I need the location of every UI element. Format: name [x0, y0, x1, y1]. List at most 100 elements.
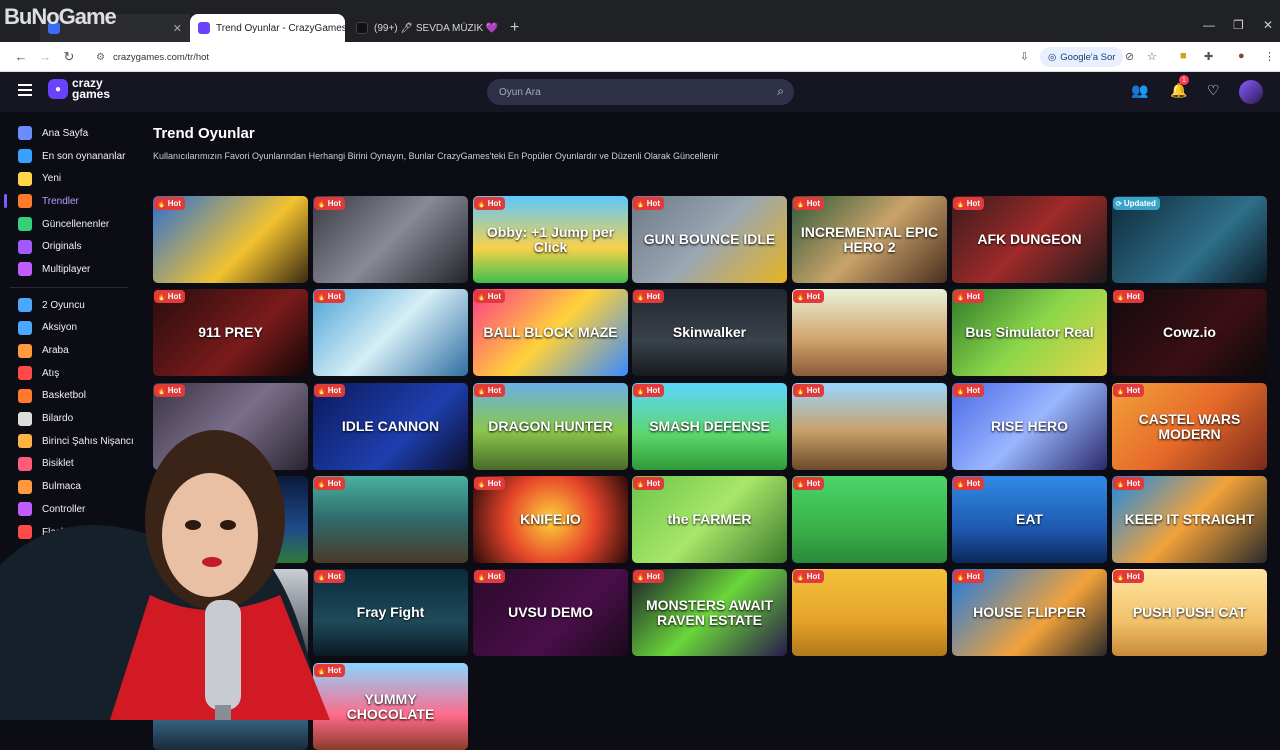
sidebar-item[interactable]: Bulmaca: [0, 475, 138, 498]
eye-off-icon[interactable]: ⊘: [1125, 50, 1134, 63]
browser-tab[interactable]: (99+) 🖊 SEVDA MÜZIK 💜 🎵 ✕: [348, 14, 503, 42]
sidebar-item[interactable]: Bilardo: [0, 407, 138, 430]
game-card[interactable]: ⟳ Updated: [1112, 196, 1267, 283]
game-card[interactable]: 🔥 Hot: [792, 569, 947, 656]
sidebar-item[interactable]: Yeni: [0, 167, 138, 190]
billiard-icon: [18, 411, 32, 426]
gun-icon: [18, 434, 32, 449]
game-card[interactable]: UVSU DEMO 🔥 Hot: [473, 569, 628, 656]
game-card-title: Cowz.io: [1163, 324, 1216, 340]
game-card[interactable]: 🔥 Hot: [792, 476, 947, 563]
browser-tab-active[interactable]: Trend Oyunlar - CrazyGames ✕: [190, 14, 345, 42]
game-card[interactable]: 🔥 Hot: [153, 476, 308, 563]
sidebar-item[interactable]: Atış: [0, 362, 138, 385]
restore-icon[interactable]: ❐: [1233, 18, 1244, 32]
game-card-title: KEEP IT STRAIGHT: [1124, 511, 1255, 527]
sidebar-item[interactable]: Originals: [0, 235, 138, 258]
game-card[interactable]: HOUSE FLIPPER 🔥 Hot: [952, 569, 1107, 656]
sidebar-item[interactable]: Birinci Şahıs Nişancı: [0, 430, 138, 453]
game-card[interactable]: Obby: +1 Jump per Click 🔥 Hot: [473, 196, 628, 283]
site-info-icon[interactable]: ⚙: [96, 52, 105, 63]
back-arrow-icon[interactable]: ←: [12, 49, 30, 64]
sidebar-item[interactable]: Ana Sayfa: [0, 122, 138, 145]
sidebar-item[interactable]: Araba: [0, 339, 138, 362]
game-card[interactable]: BACKWOODS 🔥 Hot: [153, 569, 308, 656]
reload-icon[interactable]: ↻: [60, 49, 78, 65]
close-window-icon[interactable]: ✕: [1263, 18, 1273, 32]
url-field[interactable]: ⚙ crazygames.com/tr/hot: [88, 46, 1033, 68]
install-app-icon[interactable]: ⇩: [1020, 50, 1029, 63]
bookmark-star-icon[interactable]: ☆: [1147, 50, 1157, 63]
sidebar-item[interactable]: Basketbol: [0, 385, 138, 408]
sidebar-item[interactable]: Bisiklet: [0, 453, 138, 476]
sidebar-item[interactable]: Trendler: [0, 190, 138, 213]
hot-badge: 🔥 Hot: [474, 384, 506, 397]
game-card[interactable]: Cowz.io 🔥 Hot: [1112, 289, 1267, 376]
game-card[interactable]: 🔥 Hot: [792, 383, 947, 470]
sidebar-item-label: Aksiyon: [42, 322, 78, 334]
basketball-icon: [18, 388, 32, 403]
game-card[interactable]: AFK DUNGEON 🔥 Hot: [952, 196, 1107, 283]
game-card[interactable]: the FARMER 🔥 Hot: [632, 476, 787, 563]
game-card[interactable]: EAT 🔥 Hot: [952, 476, 1107, 563]
sidebar-item-label: Bulmaca: [42, 481, 81, 493]
minimize-icon[interactable]: —: [1203, 18, 1215, 32]
forward-arrow-icon[interactable]: →: [36, 49, 54, 64]
profile-avatar-icon[interactable]: ●: [1238, 50, 1245, 62]
game-card[interactable]: DRAGON HUNTER 🔥 Hot: [473, 383, 628, 470]
sidebar-item-label: Araba: [42, 345, 69, 357]
sidebar-item[interactable]: Güncellenenler: [0, 213, 138, 236]
game-card[interactable]: YUMMY CHOCOLATE 🔥 Hot: [313, 663, 468, 750]
game-card[interactable]: 🔥 Hot: [153, 196, 308, 283]
game-card[interactable]: SMASH DEFENSE 🔥 Hot: [632, 383, 787, 470]
game-card[interactable]: Bus Simulator Real 🔥 Hot: [952, 289, 1107, 376]
close-tab-icon[interactable]: ✕: [173, 22, 182, 35]
sidebar-item[interactable]: Multiplayer: [0, 258, 138, 281]
search-input[interactable]: Oyun Ara ⌕: [487, 79, 794, 105]
fire-icon: 🔥: [317, 387, 326, 395]
hot-badge: 🔥 Hot: [154, 197, 186, 210]
game-card[interactable]: Fray Fight 🔥 Hot: [313, 569, 468, 656]
game-card[interactable]: 🔥 Hot: [313, 196, 468, 283]
game-card[interactable]: IDLE CANNON 🔥 Hot: [313, 383, 468, 470]
ask-google-button[interactable]: ◎ Google'a Sor: [1040, 47, 1124, 67]
game-card[interactable]: PUSH PUSH CAT 🔥 Hot: [1112, 569, 1267, 656]
game-card[interactable]: RISE HERO 🔥 Hot: [952, 383, 1107, 470]
sidebar-item[interactable]: En son oynananlar: [0, 145, 138, 168]
game-card[interactable]: MONSTERS AWAIT RAVEN ESTATE 🔥 Hot: [632, 569, 787, 656]
tiktok-favicon-icon: [356, 22, 368, 34]
game-card[interactable]: 911 PREY 🔥 Hot: [153, 289, 308, 376]
browser-menu-icon[interactable]: ⋮: [1264, 50, 1275, 63]
sidebar-item[interactable]: Flash: [0, 521, 138, 544]
game-card[interactable]: 🔥 Hot: [153, 383, 308, 470]
game-card[interactable]: Skinwalker 🔥 Hot: [632, 289, 787, 376]
fire-icon: 🔥: [1116, 387, 1125, 395]
fire-icon: 🔥: [477, 480, 486, 488]
game-card[interactable]: GUN BOUNCE IDLE 🔥 Hot: [632, 196, 787, 283]
crazygames-logo[interactable]: ● crazy games: [48, 77, 110, 100]
game-card[interactable]: 🔥 Hot: [313, 289, 468, 376]
game-card-title: Fray Fight: [356, 604, 425, 620]
sidebar-item[interactable]: Controller: [0, 498, 138, 521]
game-card[interactable]: KEEP IT STRAIGHT 🔥 Hot: [1112, 476, 1267, 563]
game-card[interactable]: 🔥 Hot: [313, 476, 468, 563]
heart-icon[interactable]: ♡: [1207, 82, 1220, 99]
sidebar-item[interactable]: 2 Oyuncu: [0, 294, 138, 317]
extension-icon[interactable]: ■: [1180, 50, 1187, 62]
user-avatar[interactable]: [1239, 80, 1263, 104]
sidebar-item[interactable]: Aksiyon: [0, 317, 138, 340]
game-card[interactable]: 🔥 Hot: [792, 289, 947, 376]
friends-icon[interactable]: 👥: [1131, 82, 1148, 99]
game-card[interactable]: INCREMENTAL EPIC HERO 2 🔥 Hot: [792, 196, 947, 283]
sidebar-item-label: Flash: [42, 526, 67, 538]
new-tab-icon[interactable]: +: [510, 19, 519, 37]
search-icon[interactable]: ⌕: [777, 84, 784, 99]
menu-hamburger-icon[interactable]: [18, 84, 32, 96]
game-card[interactable]: BALL BLOCK MAZE 🔥 Hot: [473, 289, 628, 376]
game-card[interactable]: CARD CAFE 🔥 Hot: [153, 663, 308, 750]
game-card-title: MONSTERS AWAIT RAVEN ESTATE: [645, 596, 774, 628]
badge-label: Hot: [167, 479, 182, 488]
game-card[interactable]: CASTEL WARS MODERN 🔥 Hot: [1112, 383, 1267, 470]
extensions-puzzle-icon[interactable]: ✚: [1204, 50, 1213, 63]
game-card[interactable]: KNIFE.IO 🔥 Hot: [473, 476, 628, 563]
